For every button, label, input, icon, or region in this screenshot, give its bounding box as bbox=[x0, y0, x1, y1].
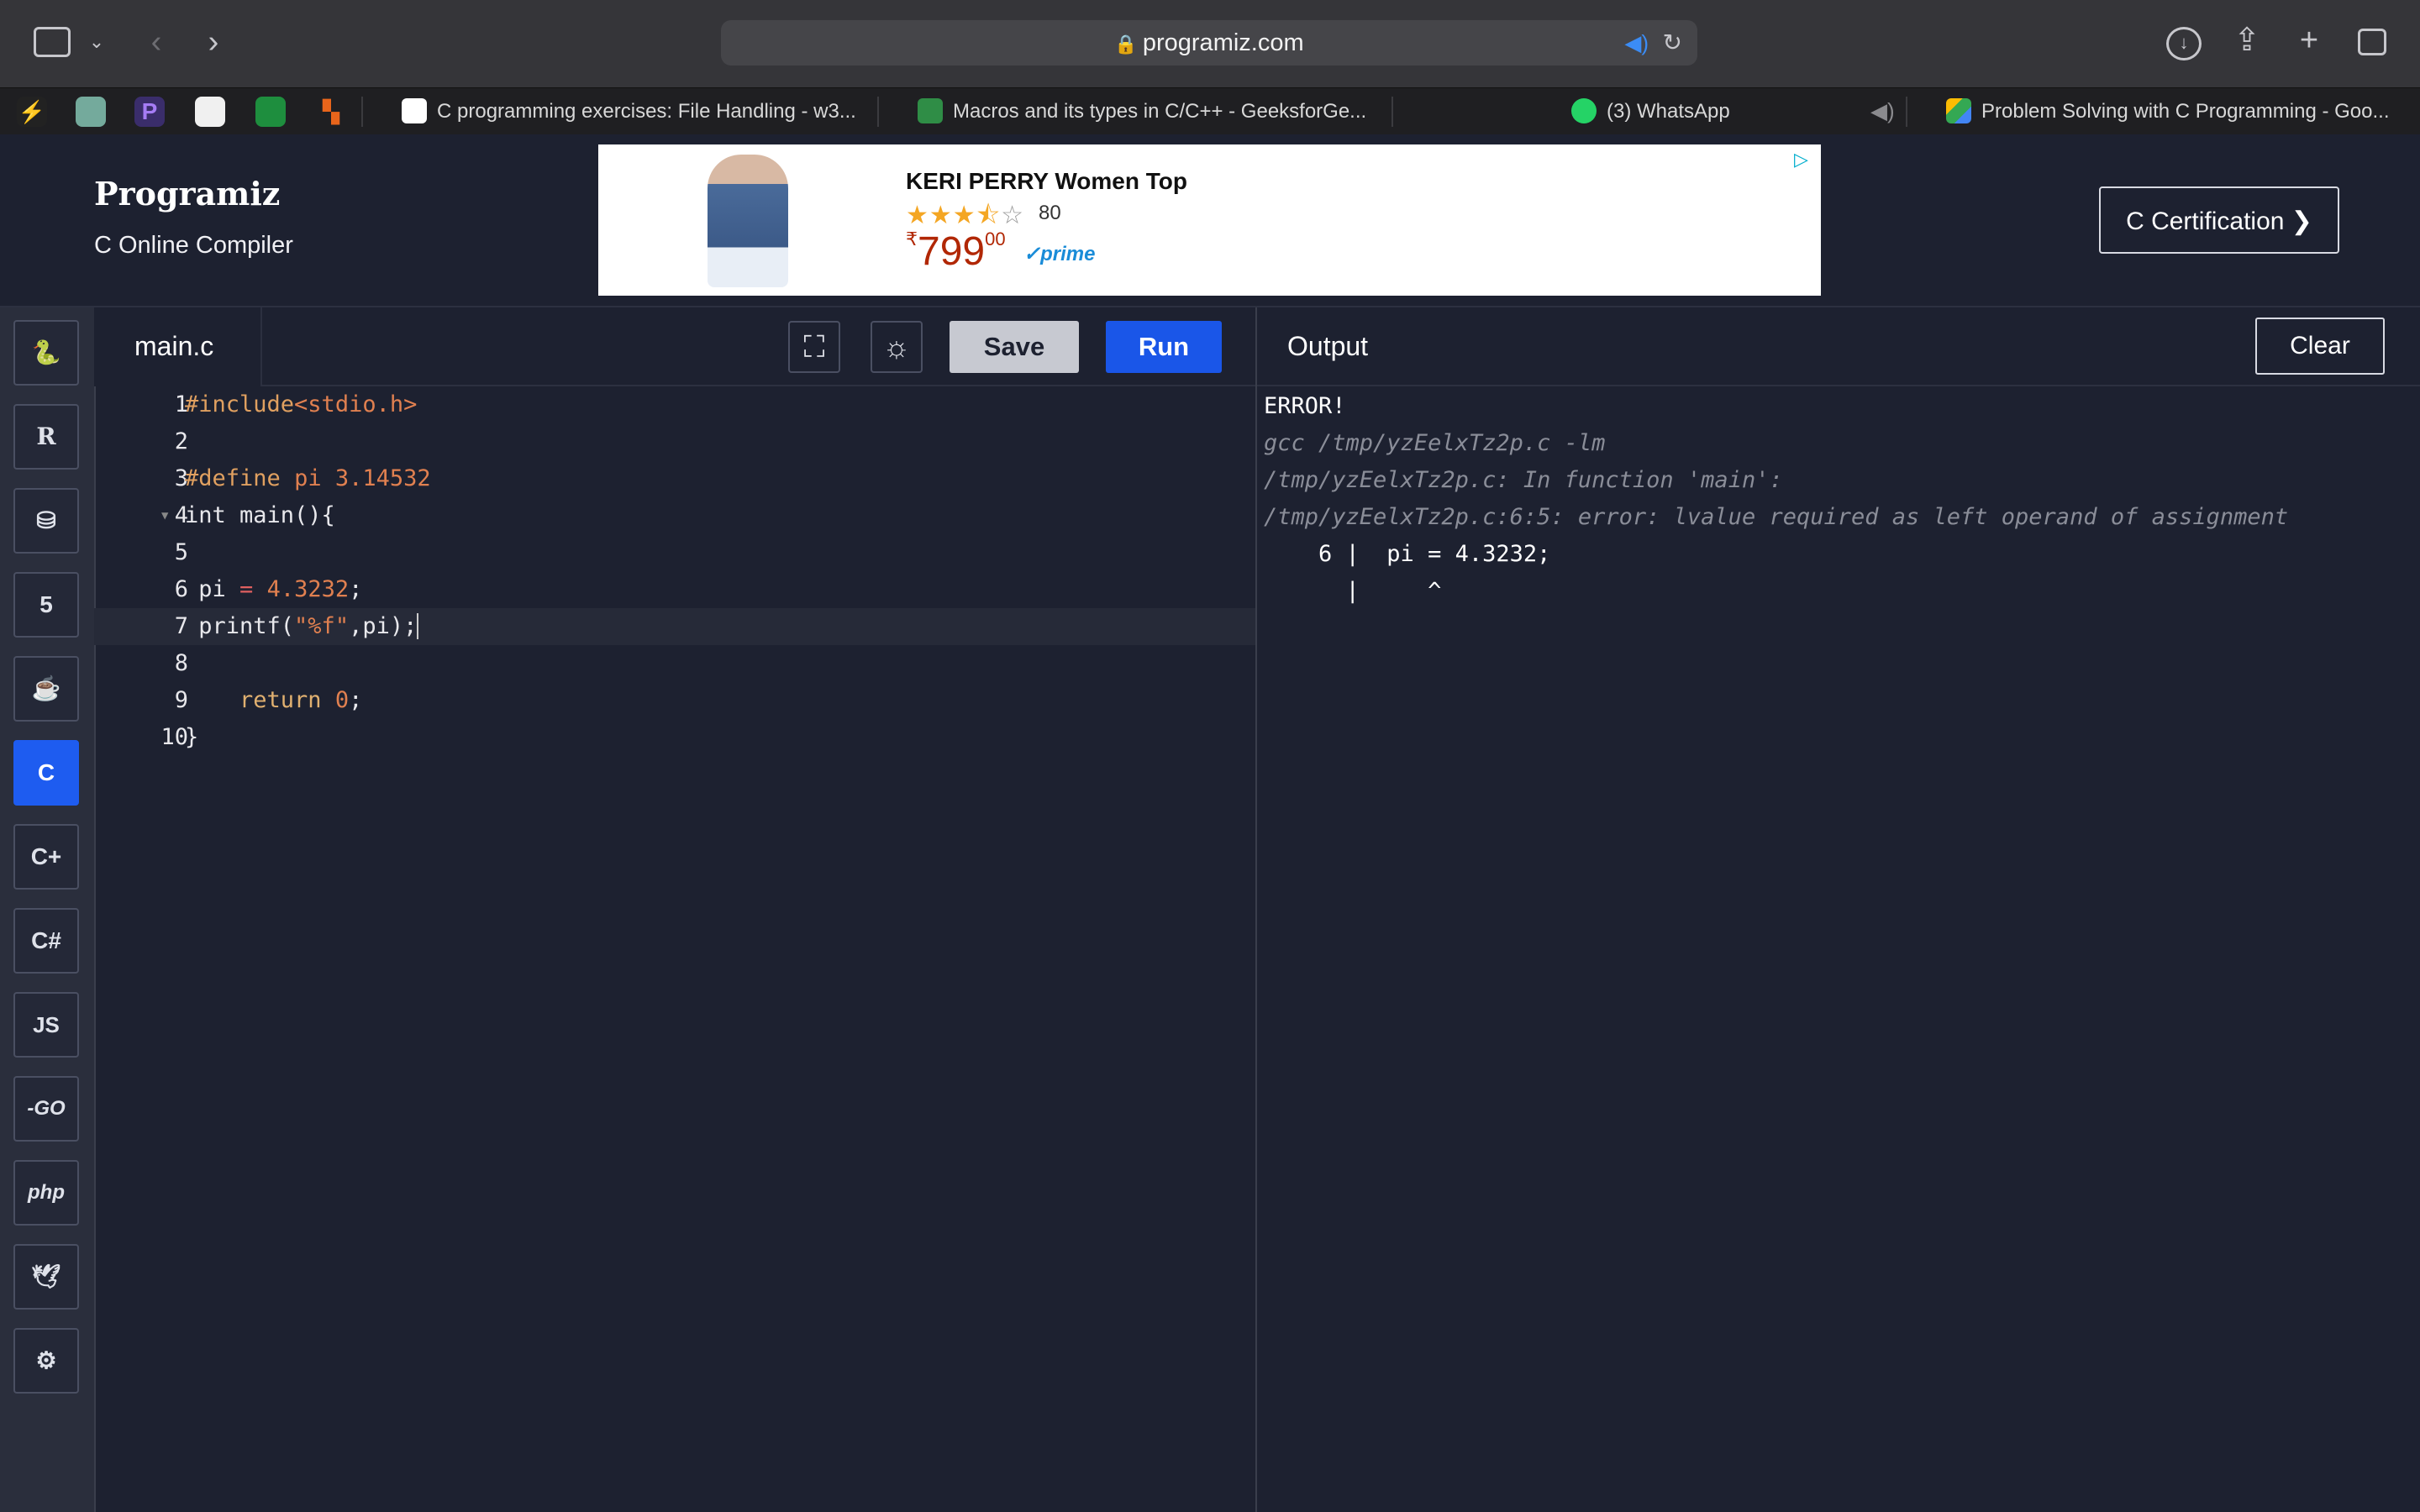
pinned-tab-6[interactable]: ▚ bbox=[316, 97, 346, 127]
c-certification-button[interactable]: C Certification ❯ bbox=[2099, 186, 2339, 254]
tab-whatsapp[interactable]: (3) WhatsApp bbox=[1571, 88, 1823, 135]
output-line: /tmp/yzEelxTz2p.c:6:5: error: lvalue req… bbox=[1264, 504, 2289, 530]
ad-title: KERI PERRY Women Top bbox=[906, 168, 1187, 194]
chevron-down-icon[interactable]: ⌄ bbox=[84, 25, 109, 59]
pinned-tab-5[interactable] bbox=[255, 97, 286, 127]
javascript-icon[interactable]: JS bbox=[13, 992, 79, 1058]
tab-label: Problem Solving with C Programming - Goo… bbox=[1981, 100, 2390, 123]
c-language-icon[interactable]: C bbox=[13, 740, 79, 806]
pinned-tab-2[interactable] bbox=[76, 97, 106, 127]
run-button[interactable]: Run bbox=[1106, 321, 1222, 373]
lock-icon: 🔒 bbox=[1114, 34, 1143, 55]
back-icon[interactable]: ‹ bbox=[139, 25, 173, 59]
output-line: 6 | pi = 4.3232; bbox=[1264, 541, 1551, 567]
ad-rating-count: 80 bbox=[1039, 202, 1061, 224]
code-line: 10} bbox=[160, 724, 199, 750]
code-editor[interactable]: 1 #include<stdio.h> 2 3 #define pi 3.14532… bbox=[94, 386, 1257, 1512]
prime-badge: ✓prime bbox=[1023, 243, 1096, 265]
python-icon[interactable]: 🐍 bbox=[13, 320, 79, 386]
output-line: ERROR! bbox=[1264, 393, 1346, 419]
tab-separator bbox=[361, 97, 363, 127]
code-line: 5 bbox=[174, 539, 188, 565]
code-line: 6 pi = 4.3232; bbox=[174, 576, 363, 602]
output-line: | ^ bbox=[1264, 578, 1442, 604]
currency-symbol: ₹ bbox=[906, 228, 918, 249]
tab-separator bbox=[1906, 97, 1907, 127]
output-line: /tmp/yzEelxTz2p.c: In function 'main': bbox=[1264, 467, 1783, 493]
url-text: 🔒 programiz.com bbox=[721, 29, 1697, 57]
reload-icon[interactable]: ↻ bbox=[1663, 29, 1682, 56]
geeksforgeeks-favicon bbox=[918, 97, 943, 123]
programiz-logo[interactable]: Programiz bbox=[94, 175, 280, 213]
swift-icon[interactable]: 🕊 bbox=[13, 1244, 79, 1310]
output-title: Output bbox=[1287, 331, 1369, 361]
adchoices-icon[interactable]: ▷ bbox=[1794, 150, 1814, 170]
code-line-active: 7 printf("%f",pi); bbox=[94, 608, 1257, 645]
r-language-icon[interactable]: R bbox=[13, 404, 79, 470]
price-value: 799 bbox=[918, 229, 986, 274]
browser-toolbar: ⌄ ‹ › 🔒 programiz.com ◀) ↻ ↓ ⇪ + bbox=[0, 0, 2420, 87]
tab-separator bbox=[1392, 97, 1393, 127]
new-tab-icon[interactable]: + bbox=[2291, 24, 2328, 57]
output-line: gcc /tmp/yzEelxTz2p.c -lm bbox=[1264, 430, 1606, 456]
w3resource-favicon bbox=[402, 97, 427, 123]
pinned-tab-3[interactable]: P bbox=[134, 97, 165, 127]
advertisement[interactable]: KERI PERRY Women Top ★★★⯪☆ 80 ₹79900 ✓pr… bbox=[598, 144, 1821, 296]
code-line: 3 #define pi 3.14532 bbox=[174, 465, 431, 491]
csharp-icon[interactable]: C# bbox=[13, 908, 79, 974]
url-label: programiz.com bbox=[1142, 29, 1304, 56]
code-line: 9 return 0; bbox=[174, 687, 363, 713]
fold-arrow-icon[interactable]: ▼ bbox=[161, 497, 168, 534]
tab-bar: ⚡ P ▚ C programming exercises: File Hand… bbox=[0, 87, 2420, 135]
tab-w3resource[interactable]: C programming exercises: File Handling -… bbox=[402, 88, 872, 135]
code-line: 1 #include<stdio.h> bbox=[174, 391, 418, 417]
code-line: 2 bbox=[174, 428, 188, 454]
speaker-icon[interactable]: ◀) bbox=[1870, 98, 1895, 124]
ad-price: ₹79900 bbox=[906, 228, 1006, 275]
output-console: ERROR! gcc /tmp/yzEelxTz2p.c -lm /tmp/yz… bbox=[1264, 388, 2415, 610]
code-line: 8 bbox=[174, 650, 188, 676]
tab-google-drive[interactable]: Problem Solving with C Programming - Goo… bbox=[1946, 88, 2417, 135]
audio-icon[interactable]: ◀) bbox=[1624, 30, 1649, 56]
prime-label: prime bbox=[1040, 243, 1096, 265]
google-drive-favicon bbox=[1946, 97, 1971, 123]
tab-label: C programming exercises: File Handling -… bbox=[437, 100, 856, 123]
share-icon[interactable]: ⇪ bbox=[2228, 24, 2265, 57]
clear-button[interactable]: Clear bbox=[2255, 318, 2385, 375]
panel-divider[interactable] bbox=[1255, 307, 1257, 1512]
go-icon[interactable]: -GO bbox=[13, 1076, 79, 1142]
cpp-icon[interactable]: C+ bbox=[13, 824, 79, 890]
tab-label: (3) WhatsApp bbox=[1607, 100, 1730, 123]
save-button[interactable]: Save bbox=[950, 321, 1079, 373]
output-header-divider bbox=[1257, 385, 2420, 386]
address-bar[interactable]: 🔒 programiz.com ◀) ↻ bbox=[721, 20, 1697, 66]
file-tab-main-c[interactable]: main.c bbox=[94, 307, 262, 386]
price-cents: 00 bbox=[985, 228, 1006, 249]
forward-icon[interactable]: › bbox=[197, 25, 230, 59]
fullscreen-icon[interactable]: ⛶ bbox=[788, 321, 840, 373]
pinned-tab-1[interactable]: ⚡ bbox=[17, 97, 47, 127]
php-icon[interactable]: php bbox=[13, 1160, 79, 1226]
whatsapp-favicon bbox=[1571, 97, 1597, 123]
page-subtitle: C Online Compiler bbox=[94, 232, 293, 259]
ad-product-image bbox=[708, 155, 788, 287]
java-icon[interactable]: ☕ bbox=[13, 656, 79, 722]
download-icon[interactable]: ↓ bbox=[2166, 27, 2202, 60]
editor-header bbox=[94, 307, 1257, 386]
theme-toggle-sun-icon[interactable]: ☼ bbox=[871, 321, 923, 373]
pinned-tab-4[interactable] bbox=[195, 97, 225, 127]
tab-separator bbox=[877, 97, 879, 127]
html5-icon[interactable]: 5 bbox=[13, 572, 79, 638]
tab-geeksforgeeks[interactable]: Macros and its types in C/C++ - Geeksfor… bbox=[918, 88, 1388, 135]
sql-database-icon[interactable]: ⛁ bbox=[13, 488, 79, 554]
code-line: 4 ▼ int main(){ bbox=[94, 497, 1257, 534]
tab-overview-icon[interactable] bbox=[2358, 29, 2386, 55]
rust-icon[interactable]: ⚙ bbox=[13, 1328, 79, 1394]
sidebar-toggle-icon[interactable] bbox=[34, 27, 71, 57]
tab-label: Macros and its types in C/C++ - Geeksfor… bbox=[953, 100, 1367, 123]
